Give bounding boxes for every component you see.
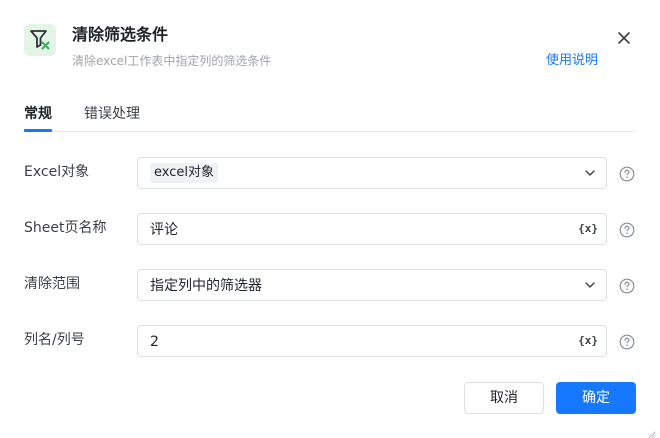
sheet-name-value: 评论 [150,222,178,238]
column-input[interactable]: 2 {x} [137,325,607,357]
variable-button[interactable]: {x} [578,222,598,236]
excel-object-select[interactable]: excel对象 [137,157,607,189]
filter-clear-icon [24,24,56,56]
column-value: 2 [150,334,159,350]
cancel-button[interactable]: 取消 [464,382,544,414]
clear-range-value: 指定列中的筛选器 [150,278,262,294]
chevron-down-icon [585,282,595,288]
column-label: 列名/列号 [24,332,85,348]
dialog-title: 清除筛选条件 [72,25,169,44]
tab-general[interactable]: 常规 [24,104,52,124]
dialog-subtitle: 清除excel工作表中指定列的筛选条件 [72,54,272,68]
chevron-down-icon [585,170,595,176]
variable-button[interactable]: {x} [578,334,598,348]
sheet-name-label: Sheet页名称 [24,220,107,236]
resize-handle-icon[interactable] [646,424,656,438]
tab-bar: 常规 错误处理 [24,104,636,132]
excel-object-label: Excel对象 [24,164,90,180]
question-icon[interactable] [619,334,635,350]
clear-range-label: 清除范围 [24,276,80,292]
active-tab-indicator [24,129,52,132]
close-icon [618,32,630,44]
dialog: 清除筛选条件 清除excel工作表中指定列的筛选条件 使用说明 常规 错误处理 … [0,0,660,438]
question-icon[interactable] [619,222,635,238]
help-link[interactable]: 使用说明 [546,52,598,70]
clear-range-select[interactable]: 指定列中的筛选器 [137,269,607,301]
close-button[interactable] [612,26,636,50]
question-icon[interactable] [619,278,635,294]
question-icon[interactable] [619,166,635,182]
confirm-button[interactable]: 确定 [556,382,636,414]
excel-object-chip: excel对象 [150,163,218,183]
sheet-name-input[interactable]: 评论 {x} [137,213,607,245]
tab-error-handling[interactable]: 错误处理 [84,104,140,124]
